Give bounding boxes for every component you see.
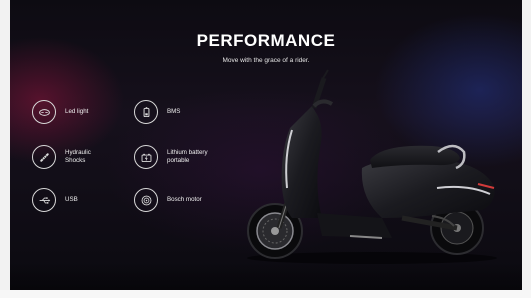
feature-label: BMS xyxy=(167,107,181,115)
section-subtitle: Move with the grace of a rider. xyxy=(222,57,310,64)
feature-bms: BMS xyxy=(134,100,180,124)
hydraulic-shocks-icon xyxy=(32,145,56,169)
lithium-battery-icon xyxy=(134,145,158,169)
feature-hydraulic-shocks: Hydraulic Shocks xyxy=(32,145,91,169)
led-light-icon xyxy=(32,100,56,124)
feature-label: Lithium battery portable xyxy=(167,148,208,165)
section-title: PERFORMANCE xyxy=(196,31,336,50)
feature-lithium-battery: Lithium battery portable xyxy=(134,145,208,169)
scooter-image xyxy=(247,69,497,264)
feature-label: Hydraulic Shocks xyxy=(65,148,91,165)
feature-label: Bosch motor xyxy=(167,195,202,203)
feature-label: USB xyxy=(65,195,78,203)
feature-usb: USB xyxy=(32,188,78,212)
page-bottom-bar xyxy=(0,290,531,298)
feature-led-light: Led light xyxy=(32,100,88,124)
bosch-motor-icon xyxy=(134,188,158,212)
feature-label: Led light xyxy=(65,107,89,115)
usb-icon xyxy=(32,188,56,212)
floor-shadow xyxy=(10,262,522,290)
bms-icon xyxy=(134,100,158,124)
feature-bosch-motor: Bosch motor xyxy=(134,188,202,212)
performance-banner: PERFORMANCE Move with the grace of a rid… xyxy=(10,0,522,290)
